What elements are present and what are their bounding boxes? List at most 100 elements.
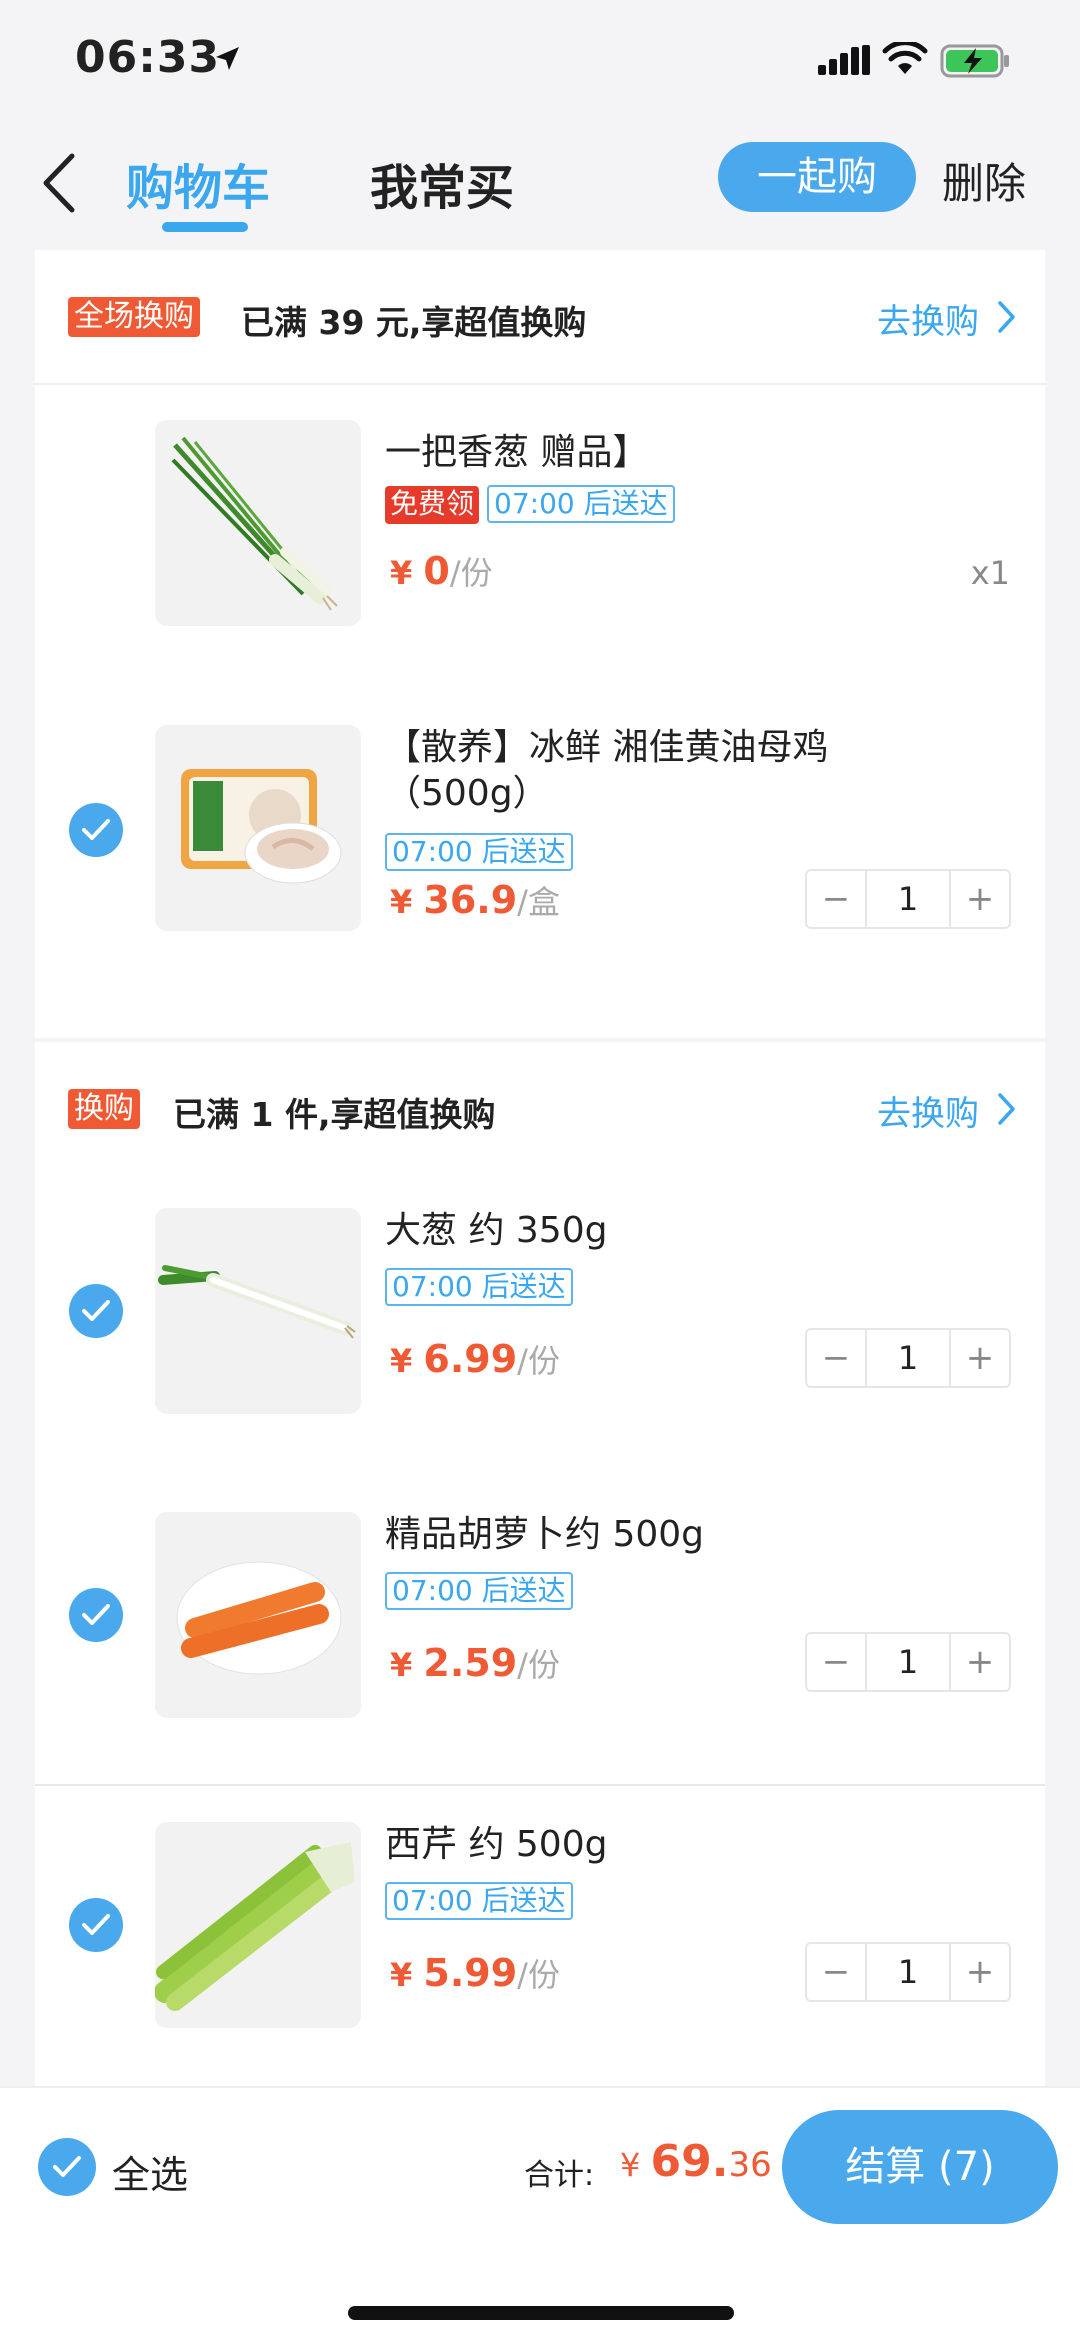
leek-icon <box>155 1208 361 1414</box>
chevron-right-icon[interactable] <box>997 300 1017 334</box>
tag-row: 07:00 后送达 <box>385 833 573 871</box>
product-image-leek[interactable] <box>155 1208 361 1414</box>
status-time: 06:33 <box>75 32 221 83</box>
cart-group-exchange: 换购 已满 1 件,享超值换购 去换购 大葱 约 350g 07:00 后送达 <box>35 1042 1045 1784</box>
product-image-scallion[interactable] <box>155 420 361 626</box>
quantity-value[interactable]: 1 <box>865 1330 951 1386</box>
currency-symbol: ¥ <box>390 1342 424 1380</box>
delivery-time-tag: 07:00 后送达 <box>385 1268 573 1306</box>
status-bar: 06:33 <box>0 0 1080 120</box>
product-name[interactable]: 西芹 约 500g <box>385 1822 945 1868</box>
currency-symbol: ¥ <box>390 883 424 921</box>
select-all-label[interactable]: 全选 <box>112 2144 188 2199</box>
delivery-time-tag: 07:00 后送达 <box>487 485 675 523</box>
decrease-button[interactable]: − <box>807 1634 865 1690</box>
price-amount: 6.99 <box>423 1337 518 1381</box>
price-amount: 36.9 <box>423 878 518 922</box>
total-price: ¥ 69.36 <box>620 2136 772 2187</box>
item-checkbox[interactable] <box>69 803 123 857</box>
promo-bar: 换购 已满 1 件,享超值换购 去换购 <box>35 1042 1045 1177</box>
product-name[interactable]: 精品胡萝卜约 500g <box>385 1512 945 1558</box>
price: ¥ 0/份 <box>390 548 493 594</box>
tag-row: 免费领 07:00 后送达 <box>385 485 675 524</box>
price-unit: /份 <box>449 554 493 592</box>
currency-symbol: ¥ <box>390 1956 424 1994</box>
tag-row: 07:00 后送达 <box>385 1882 573 1920</box>
increase-button[interactable]: + <box>951 871 1009 927</box>
carrot-icon <box>155 1512 361 1718</box>
increase-button[interactable]: + <box>951 1330 1009 1386</box>
location-arrow-icon <box>216 47 239 70</box>
tab-shopping-cart[interactable]: 购物车 <box>126 148 270 218</box>
price-unit: /盒 <box>517 883 560 921</box>
checkmark-icon <box>82 1604 110 1625</box>
currency-symbol: ¥ <box>620 2146 651 2184</box>
quantity-value[interactable]: 1 <box>865 1634 951 1690</box>
product-image-chicken[interactable] <box>155 725 361 931</box>
product-name[interactable]: 大葱 约 350g <box>385 1208 945 1254</box>
quantity-stepper: − 1 + <box>805 1632 1011 1692</box>
decrease-button[interactable]: − <box>807 871 865 927</box>
quantity-stepper: − 1 + <box>805 1942 1011 2002</box>
delivery-time-tag: 07:00 后送达 <box>385 833 573 871</box>
go-exchange-link[interactable]: 去换购 <box>877 294 979 343</box>
product-name[interactable]: 一把香葱 赠品】 <box>385 430 945 476</box>
promo-tag: 全场换购 <box>68 297 200 337</box>
promo-text: 已满 39 元,享超值换购 <box>241 303 587 342</box>
checkmark-icon <box>82 819 110 840</box>
chicken-package-icon <box>155 725 361 931</box>
product-image-carrot[interactable] <box>155 1512 361 1718</box>
delete-button[interactable]: 删除 <box>942 150 1026 211</box>
price: ¥ 6.99/份 <box>390 1336 560 1382</box>
scallion-icon <box>155 420 361 626</box>
currency-symbol: ¥ <box>390 1646 424 1684</box>
item-checkbox[interactable] <box>69 1898 123 1952</box>
group-buy-button[interactable]: 一起购 <box>718 142 916 212</box>
cart-group-misc: 西芹 约 500g 07:00 后送达 ¥ 5.99/份 − 1 + <box>35 1784 1045 2094</box>
tag-row: 07:00 后送达 <box>385 1572 573 1610</box>
battery-charging-icon <box>940 44 1009 78</box>
total-label: 合计: <box>524 2158 595 2193</box>
decrease-button[interactable]: − <box>807 1944 865 2000</box>
top-nav: 购物车 我常买 一起购 删除 <box>0 130 1080 240</box>
delivery-time-tag: 07:00 后送达 <box>385 1572 573 1610</box>
active-tab-indicator <box>162 222 248 232</box>
tab-frequently-bought[interactable]: 我常买 <box>370 148 514 218</box>
promo-tag: 换购 <box>68 1089 140 1129</box>
price-amount: 0 <box>423 549 450 593</box>
checkmark-icon <box>53 2156 81 2177</box>
item-checkbox[interactable] <box>69 1588 123 1642</box>
price: ¥ 5.99/份 <box>390 1950 560 1996</box>
increase-button[interactable]: + <box>951 1944 1009 2000</box>
checkout-bar: 全选 合计: ¥ 69.36 结算 (7) <box>0 2086 1080 2338</box>
select-all-checkbox[interactable] <box>38 2138 96 2196</box>
total-integer: 69. <box>650 2136 729 2187</box>
go-exchange-link[interactable]: 去换购 <box>877 1086 979 1135</box>
cart-item: 一把香葱 赠品】 免费领 07:00 后送达 ¥ 0/份 x1 <box>35 420 1045 640</box>
cart-item: 西芹 约 500g 07:00 后送达 ¥ 5.99/份 − 1 + <box>35 1822 1045 2042</box>
cart-item: 【散养】冰鲜 湘佳黄油母鸡（500g） 07:00 后送达 ¥ 36.9/盒 −… <box>35 725 1045 945</box>
wifi-icon <box>882 42 928 74</box>
checkmark-icon <box>82 1914 110 1935</box>
checkout-button[interactable]: 结算 (7) <box>782 2110 1058 2224</box>
celery-icon <box>155 1822 361 2028</box>
quantity-stepper: − 1 + <box>805 1328 1011 1388</box>
promo-bar: 全场换购 已满 39 元,享超值换购 去换购 <box>35 250 1045 385</box>
tag-row: 07:00 后送达 <box>385 1268 573 1306</box>
item-checkbox[interactable] <box>69 1284 123 1338</box>
increase-button[interactable]: + <box>951 1634 1009 1690</box>
quantity-value[interactable]: 1 <box>865 871 951 927</box>
back-arrow-icon[interactable] <box>38 150 78 216</box>
cellular-signal-icon <box>818 45 870 75</box>
price: ¥ 2.59/份 <box>390 1640 560 1686</box>
decrease-button[interactable]: − <box>807 1330 865 1386</box>
product-image-celery[interactable] <box>155 1822 361 2028</box>
currency-symbol: ¥ <box>390 554 424 592</box>
product-name[interactable]: 【散养】冰鲜 湘佳黄油母鸡（500g） <box>385 725 945 817</box>
home-indicator <box>348 2306 734 2320</box>
quantity-value[interactable]: 1 <box>865 1944 951 2000</box>
price-unit: /份 <box>517 1956 560 1994</box>
chevron-right-icon[interactable] <box>997 1092 1017 1126</box>
quantity-stepper: − 1 + <box>805 869 1011 929</box>
price: ¥ 36.9/盒 <box>390 877 560 923</box>
